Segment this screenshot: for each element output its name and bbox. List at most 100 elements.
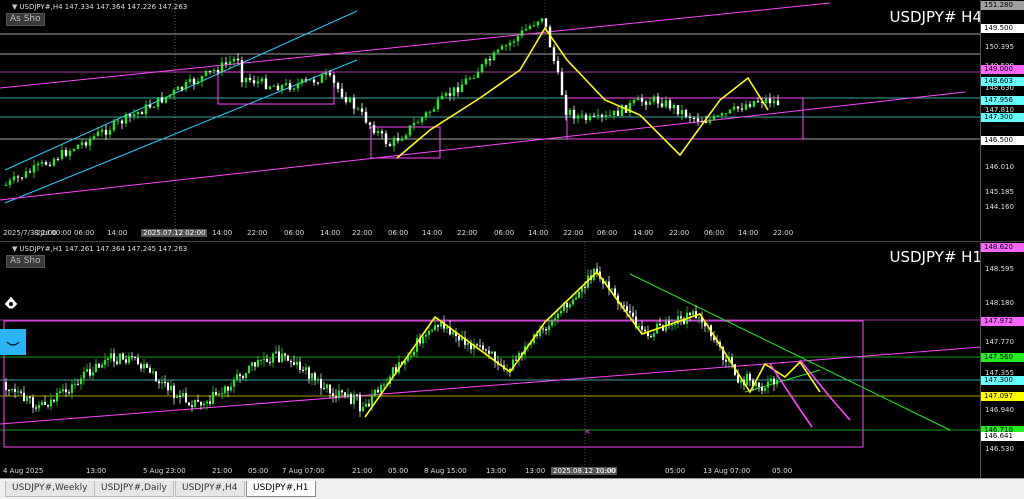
h4-candle-body xyxy=(424,112,428,118)
h1-chart-canvas[interactable]: × xyxy=(0,242,981,467)
h1-candle-body xyxy=(5,382,7,390)
h1-candle-body xyxy=(245,372,247,379)
h4-candle-body xyxy=(692,117,696,119)
h1-candle-body xyxy=(284,353,286,356)
h1-candle-body xyxy=(305,367,307,371)
h1-candle-body xyxy=(167,382,169,391)
h4-chart-canvas[interactable] xyxy=(0,0,981,229)
h1-price-axis[interactable]: 148.620148.595148.180147.770147.355146.9… xyxy=(980,242,1024,478)
h4-candle-body xyxy=(364,111,368,123)
h4-candle-body xyxy=(128,114,132,117)
h1-candle-body xyxy=(200,401,202,406)
tab-h4[interactable]: USDJPY#,H4 xyxy=(175,481,245,497)
h4-candle-body xyxy=(448,93,452,96)
h1-time-label: 05:00 xyxy=(248,467,269,475)
h1-candle-body xyxy=(458,336,460,341)
h1-time-label: 13:00 xyxy=(525,467,546,475)
h4-candle-body xyxy=(688,116,692,118)
h1-candle-body xyxy=(95,363,97,373)
tab-h1[interactable]: USDJPY#,H1 xyxy=(246,481,316,497)
h4-candle-body xyxy=(328,72,332,76)
h4-candle-body xyxy=(728,109,732,114)
h4-candle-body xyxy=(40,162,44,164)
h1-candle-body xyxy=(692,311,694,316)
h1-candle-body xyxy=(50,399,52,407)
collapse-triangle-icon[interactable]: ▼ xyxy=(12,245,17,253)
h4-candle-body xyxy=(492,52,496,61)
h4-candle-body xyxy=(588,115,592,120)
h4-candle-body xyxy=(592,115,596,117)
smile-icon[interactable] xyxy=(0,329,26,355)
h1-candle-body xyxy=(410,355,412,357)
h4-candle-body xyxy=(716,115,720,117)
h4-candle-body xyxy=(256,81,260,84)
h4-candle-body xyxy=(132,114,136,117)
tab-daily[interactable]: USDJPY#,Daily xyxy=(94,481,174,497)
pen-icon[interactable] xyxy=(0,294,26,320)
h4-candle-body xyxy=(120,120,124,124)
h1-candle-body xyxy=(308,367,310,379)
h4-candle-body xyxy=(680,110,684,115)
h4-time-label: 22:00 xyxy=(563,229,584,237)
h1-candle-body xyxy=(212,392,214,404)
h1-candle-body xyxy=(737,374,739,383)
h1-candle-body xyxy=(176,395,178,398)
h1-candle-body xyxy=(26,396,28,401)
h1-candle-body xyxy=(89,369,91,376)
h4-chart-pane[interactable]: ▼ USDJPY#,H4 147.334 147.364 147.226 147.… xyxy=(0,0,1024,240)
h4-as-show-button[interactable]: As Sho xyxy=(6,13,45,26)
h4-candle-body xyxy=(736,106,740,109)
h4-candle-body xyxy=(404,135,408,139)
h1-candle-body xyxy=(155,371,157,382)
h1-candle-body xyxy=(323,388,325,390)
h1-candle-body xyxy=(773,378,775,385)
h1-candle-body xyxy=(482,345,484,350)
h1-candle-body xyxy=(113,353,115,362)
h1-chart-pane[interactable]: × ▼ USDJPY#,H1 147.261 147.364 147.245 14… xyxy=(0,241,1024,478)
h4-channel-line xyxy=(4,59,358,204)
h1-candle-body xyxy=(104,360,106,365)
h1-candle-body xyxy=(491,351,493,354)
h4-candle-body xyxy=(112,120,116,131)
h1-candle-body xyxy=(326,384,328,389)
h4-candle-body xyxy=(232,58,236,62)
h1-candle-body xyxy=(59,391,61,393)
h4-time-label: 06:00 xyxy=(74,229,95,237)
h1-candle-body xyxy=(767,381,769,388)
h1-candle-body xyxy=(434,325,436,331)
h4-candle-body xyxy=(532,25,536,27)
h1-candle-body xyxy=(224,386,226,394)
h4-candle-body xyxy=(696,118,700,122)
h4-candle-body xyxy=(432,109,436,112)
h4-time-axis[interactable]: 2025/7/3 22:00 8 Jul 00:00 06:00 14:00 2025.… xyxy=(0,229,981,240)
h1-price-tag: 147.300 xyxy=(981,376,1024,385)
h4-time-label: 2025.07.12 02:00 xyxy=(141,229,208,237)
h1-candle-body xyxy=(569,304,571,308)
h1-candle-body xyxy=(266,358,268,363)
h4-candle-body xyxy=(764,98,768,103)
h1-candle-body xyxy=(275,351,277,354)
h4-candle-body xyxy=(376,131,380,134)
h1-as-show-button[interactable]: As Sho xyxy=(6,255,45,268)
h1-time-label: 05:00 xyxy=(665,467,686,475)
h1-candle-body xyxy=(257,360,259,367)
h1-time-label: 13:00 xyxy=(86,467,107,475)
h1-candle-body xyxy=(251,362,253,367)
h1-candle-body xyxy=(317,378,319,380)
h4-candle-body xyxy=(676,104,680,115)
tab-weekly[interactable]: USDJPY#,Weekly xyxy=(5,481,95,497)
h1-candle-body xyxy=(278,351,280,362)
h4-time-label: 06:00 xyxy=(704,229,725,237)
h4-price-axis[interactable]: 151.280150.395149.500148.630147.810146.8… xyxy=(980,0,1024,240)
h4-candle-body xyxy=(468,78,472,80)
h1-time-axis[interactable]: 4 Aug 20255 Aug 07:0013:0021:005 Aug 23:… xyxy=(0,467,981,478)
h4-candle-body xyxy=(176,86,180,90)
h4-candle-body xyxy=(204,70,208,76)
h1-candle-body xyxy=(248,366,250,373)
h1-candle-body xyxy=(632,312,634,317)
h1-projection-line xyxy=(769,363,813,428)
h1-candle-body xyxy=(356,394,358,396)
h1-candle-body xyxy=(674,323,676,325)
collapse-triangle-icon[interactable]: ▼ xyxy=(12,3,17,11)
h1-candle-body xyxy=(173,385,175,398)
